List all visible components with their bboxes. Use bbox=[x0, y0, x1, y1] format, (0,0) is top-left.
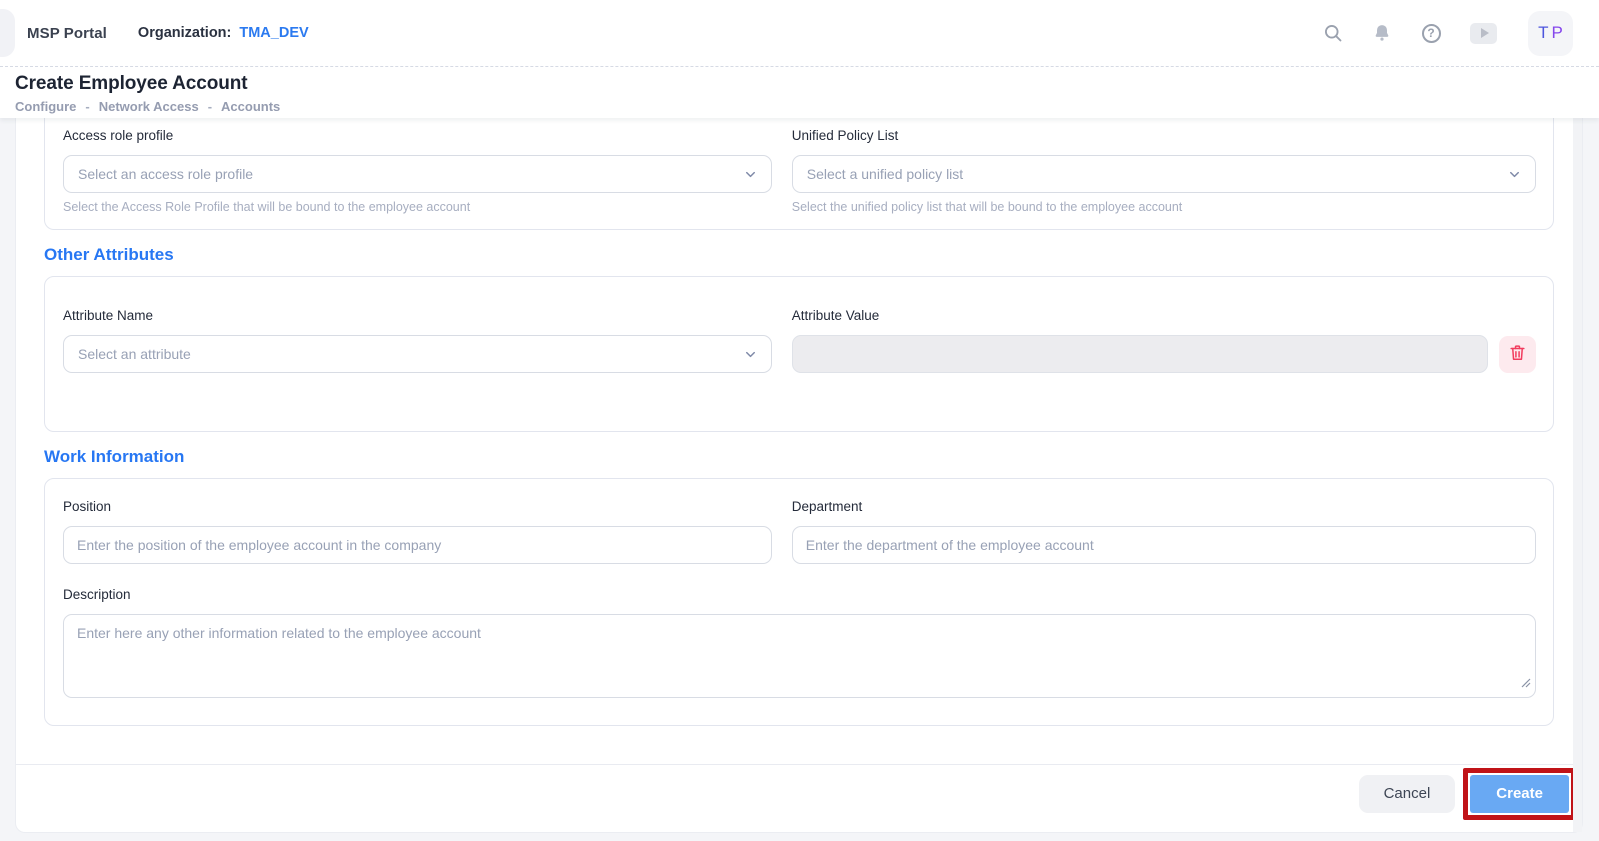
play-triangle-icon bbox=[1480, 28, 1489, 38]
attribute-name-select[interactable]: Select an attribute bbox=[63, 335, 772, 373]
trash-icon bbox=[1508, 343, 1527, 365]
chevron-down-icon bbox=[743, 347, 758, 362]
attribute-value-input bbox=[791, 335, 1488, 373]
access-role-profile-select[interactable]: Select an access role profile bbox=[63, 155, 772, 193]
work-information-card: Position Department Description bbox=[44, 478, 1554, 726]
unified-policy-list-placeholder: Select a unified policy list bbox=[806, 166, 964, 182]
delete-attribute-button[interactable] bbox=[1499, 335, 1536, 373]
position-label: Position bbox=[63, 499, 112, 514]
avatar-initial-t: T bbox=[1538, 23, 1549, 42]
help-glyph: ? bbox=[1421, 23, 1441, 43]
form-footer: Cancel Create bbox=[16, 764, 1582, 822]
tutorial-video-icon[interactable] bbox=[1470, 22, 1497, 44]
unified-policy-list-field: Unified Policy List Select a unified pol… bbox=[791, 128, 1536, 214]
unified-policy-list-label: Unified Policy List bbox=[791, 128, 899, 143]
department-label: Department bbox=[791, 499, 863, 514]
position-field: Position bbox=[63, 499, 772, 564]
user-avatar[interactable]: T P bbox=[1528, 10, 1573, 56]
other-attributes-heading: Other Attributes bbox=[44, 245, 174, 264]
notifications-bell-icon[interactable] bbox=[1372, 23, 1392, 43]
description-textarea[interactable] bbox=[63, 614, 1536, 698]
chevron-down-icon bbox=[743, 167, 758, 182]
organization-selector: Organization: TMA_DEV bbox=[138, 25, 309, 41]
breadcrumb-network-access[interactable]: Network Access bbox=[99, 99, 199, 114]
avatar-initial-p: P bbox=[1551, 23, 1563, 42]
breadcrumb-separator: - bbox=[85, 99, 90, 114]
unified-policy-list-select[interactable]: Select a unified policy list bbox=[791, 155, 1536, 193]
attribute-name-field: Attribute Name Select an attribute bbox=[63, 308, 772, 373]
top-header: MSP Portal Organization: TMA_DEV ? T P bbox=[0, 0, 1599, 67]
search-icon[interactable] bbox=[1323, 23, 1343, 43]
organization-label: Organization: bbox=[137, 25, 232, 41]
attribute-value-field: Attribute Value bbox=[791, 308, 1536, 373]
create-employee-account-form: Access role profile Select an access rol… bbox=[15, 118, 1583, 833]
role-policy-card: Access role profile Select an access rol… bbox=[44, 118, 1554, 230]
page-title: Create Employee Account bbox=[15, 73, 248, 94]
highlight-annotation: Create bbox=[1463, 767, 1576, 820]
page-title-bar: Create Employee Account Configure - Netw… bbox=[0, 67, 1599, 118]
chevron-down-icon bbox=[1507, 167, 1522, 182]
access-role-profile-placeholder: Select an access role profile bbox=[78, 166, 254, 182]
description-field: Description bbox=[63, 587, 1536, 698]
app-title: MSP Portal bbox=[27, 24, 107, 42]
scrollbar-track[interactable] bbox=[1573, 118, 1582, 832]
department-input[interactable] bbox=[791, 526, 1536, 564]
help-icon[interactable]: ? bbox=[1421, 23, 1441, 43]
breadcrumb-configure[interactable]: Configure bbox=[15, 99, 76, 114]
breadcrumb-separator: - bbox=[207, 99, 213, 114]
description-label: Description bbox=[63, 587, 131, 602]
create-button[interactable]: Create bbox=[1470, 774, 1569, 813]
attribute-name-label: Attribute Name bbox=[63, 308, 154, 323]
attribute-value-label: Attribute Value bbox=[791, 308, 880, 323]
attribute-name-placeholder: Select an attribute bbox=[78, 346, 191, 362]
sidebar-edge bbox=[0, 9, 15, 57]
department-field: Department bbox=[791, 499, 1536, 564]
breadcrumb: Configure - Network Access - Accounts bbox=[15, 99, 1584, 114]
access-role-profile-label: Access role profile bbox=[63, 128, 174, 143]
work-information-heading: Work Information bbox=[44, 447, 185, 466]
cancel-button[interactable]: Cancel bbox=[1358, 774, 1456, 813]
access-role-profile-field: Access role profile Select an access rol… bbox=[63, 128, 772, 214]
position-input[interactable] bbox=[63, 526, 772, 564]
unified-policy-list-help: Select the unified policy list that will… bbox=[791, 200, 1183, 214]
organization-value[interactable]: TMA_DEV bbox=[239, 25, 308, 41]
breadcrumb-accounts[interactable]: Accounts bbox=[221, 99, 280, 114]
access-role-profile-help: Select the Access Role Profile that will… bbox=[63, 200, 471, 214]
other-attributes-card: Attribute Name Select an attribute Attri… bbox=[44, 276, 1554, 432]
